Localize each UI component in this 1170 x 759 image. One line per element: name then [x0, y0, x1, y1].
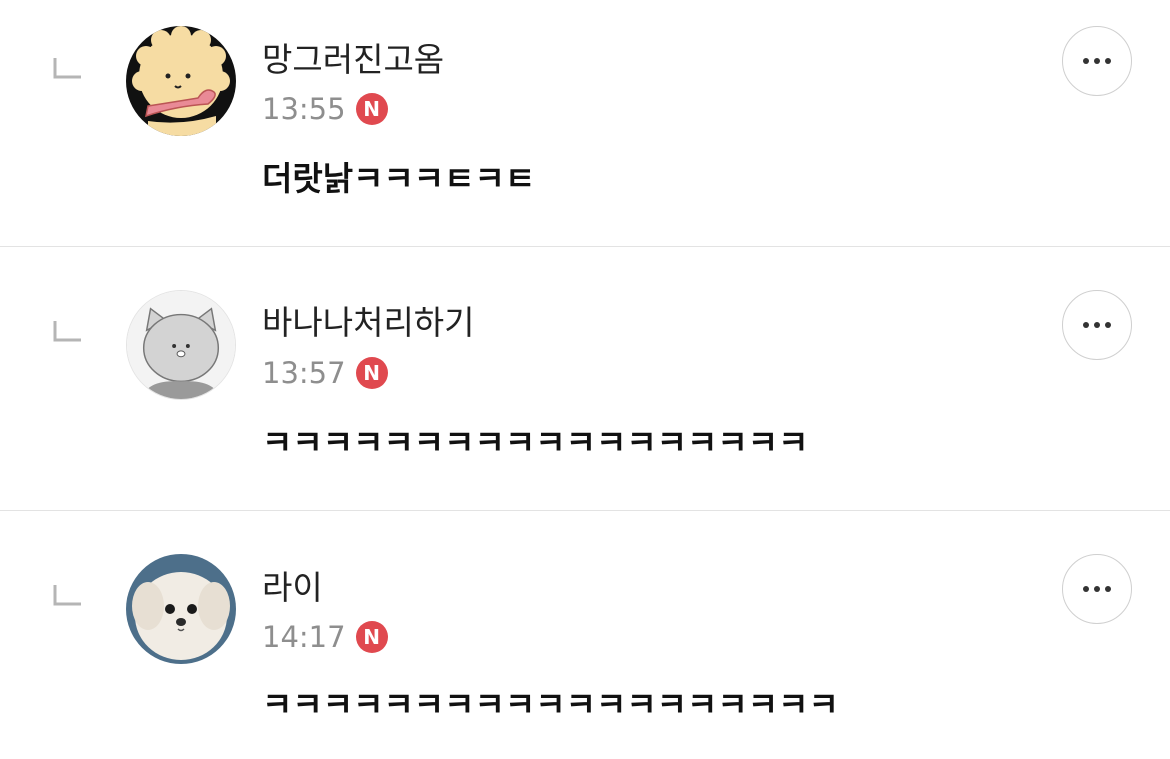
more-options-button[interactable]	[1062, 26, 1132, 96]
new-badge-label: N	[363, 361, 380, 385]
username[interactable]: 라이	[262, 568, 323, 608]
new-badge: N	[355, 621, 388, 653]
reply-arrow-icon	[53, 585, 81, 606]
username[interactable]: 망그러진고옴	[262, 40, 444, 80]
avatar[interactable]	[126, 290, 236, 400]
username[interactable]: 바나나처리하기	[262, 303, 475, 343]
white-puppy-avatar-icon	[126, 554, 236, 664]
comment-meta: 13:57 N	[262, 355, 388, 391]
comment-time: 13:55	[262, 92, 346, 126]
new-badge: N	[355, 93, 388, 125]
new-badge-label: N	[363, 97, 380, 121]
comment-text: ㅋㅋㅋㅋㅋㅋㅋㅋㅋㅋㅋㅋㅋㅋㅋㅋㅋㅋ	[262, 423, 809, 462]
gray-cat-avatar-icon	[127, 291, 235, 399]
more-options-button[interactable]	[1062, 554, 1132, 624]
comment-time: 13:57	[262, 356, 346, 390]
more-icon	[1083, 322, 1111, 328]
comment-item: 라이 14:17 N ㅋㅋㅋㅋㅋㅋㅋㅋㅋㅋㅋㅋㅋㅋㅋㅋㅋㅋㅋ	[0, 511, 1170, 759]
cream-bear-avatar-icon	[126, 26, 236, 136]
reply-arrow-icon	[53, 321, 81, 342]
comment-text: 더랏낡ㅋㅋㅋㅌㅋㅌ	[262, 159, 536, 198]
avatar[interactable]	[126, 554, 236, 664]
new-badge-label: N	[363, 625, 380, 649]
comment-meta: 14:17 N	[262, 619, 388, 655]
comment-time: 14:17	[262, 620, 346, 654]
more-options-button[interactable]	[1062, 290, 1132, 360]
new-badge: N	[355, 357, 388, 389]
reply-arrow-icon	[53, 58, 81, 79]
comment-text: ㅋㅋㅋㅋㅋㅋㅋㅋㅋㅋㅋㅋㅋㅋㅋㅋㅋㅋㅋ	[262, 685, 839, 724]
more-icon	[1083, 58, 1111, 64]
comment-item: 망그러진고옴 13:55 N 더랏낡ㅋㅋㅋㅌㅋㅌ	[0, 0, 1170, 246]
comment-meta: 13:55 N	[262, 91, 388, 127]
comment-item: 바나나처리하기 13:57 N ㅋㅋㅋㅋㅋㅋㅋㅋㅋㅋㅋㅋㅋㅋㅋㅋㅋㅋ	[0, 247, 1170, 509]
more-icon	[1083, 586, 1111, 592]
avatar[interactable]	[126, 26, 236, 136]
